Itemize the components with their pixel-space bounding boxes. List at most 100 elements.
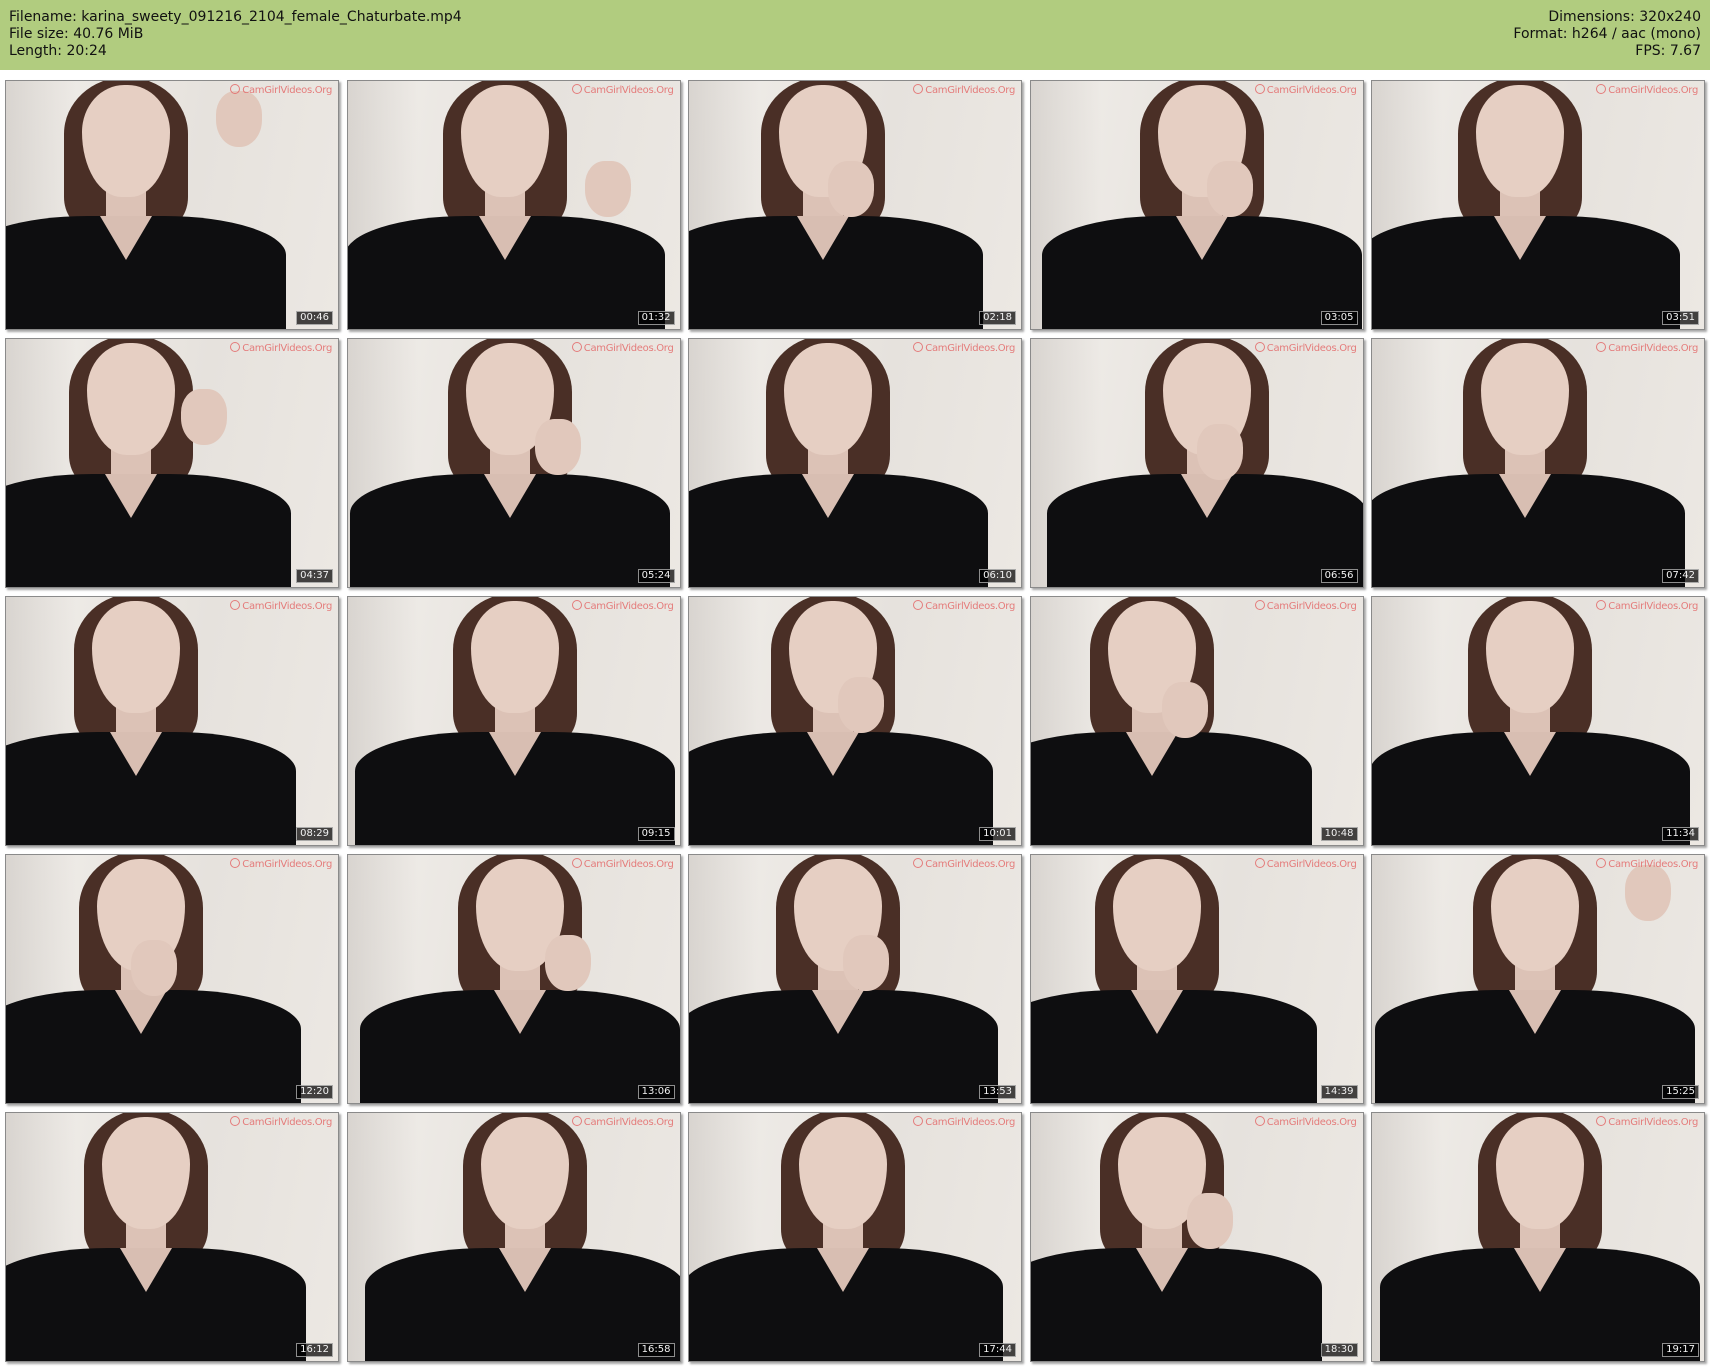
video-thumbnail[interactable]: CamGirlVideos.Org 10:48 <box>1029 596 1364 846</box>
video-thumbnail[interactable]: CamGirlVideos.Org 03:05 <box>1029 80 1364 330</box>
watermark-text: CamGirlVideos.Org <box>1266 343 1357 354</box>
frame-hand <box>1206 161 1253 217</box>
video-thumbnail[interactable]: CamGirlVideos.Org 03:51 <box>1371 80 1705 330</box>
watermark-logo: CamGirlVideos.Org <box>1596 858 1698 870</box>
timestamp-badge: 10:01 <box>979 827 1016 841</box>
video-thumbnail[interactable]: CamGirlVideos.Org 04:37 <box>5 338 339 588</box>
video-thumbnail[interactable]: CamGirlVideos.Org 00:46 <box>5 80 339 330</box>
frame-vneck <box>1175 216 1228 260</box>
video-thumbnail[interactable]: CamGirlVideos.Org 05:24 <box>346 338 681 588</box>
frame-vneck <box>1504 732 1556 776</box>
timestamp-badge: 04:37 <box>296 569 333 583</box>
timestamp-badge: 19:17 <box>1662 1343 1699 1357</box>
watermark-text: CamGirlVideos.Org <box>1608 859 1698 870</box>
watermark-logo: CamGirlVideos.Org <box>230 1116 332 1128</box>
frame-vneck <box>478 216 531 260</box>
watermark-logo: CamGirlVideos.Org <box>571 858 674 870</box>
frame-hand <box>828 161 874 217</box>
video-thumbnail[interactable]: CamGirlVideos.Org 16:58 <box>346 1112 681 1362</box>
video-thumbnail[interactable]: CamGirlVideos.Org 15:25 <box>1371 854 1705 1104</box>
watermark-text: CamGirlVideos.Org <box>925 1117 1015 1128</box>
frame-face <box>460 85 549 197</box>
frame-hand <box>544 935 591 991</box>
video-thumbnail[interactable]: CamGirlVideos.Org 16:12 <box>5 1112 339 1362</box>
frame-hand <box>131 940 177 996</box>
video-thumbnail[interactable]: CamGirlVideos.Org 17:44 <box>688 1112 1022 1362</box>
frame-face <box>1476 85 1564 197</box>
timestamp-badge: 16:58 <box>637 1343 675 1357</box>
watermark-text: CamGirlVideos.Org <box>242 859 332 870</box>
meta-left-block: Filename: karina_sweety_091216_2104_fema… <box>9 9 462 60</box>
watermark-text: CamGirlVideos.Org <box>242 601 332 612</box>
watermark-icon <box>1254 84 1265 94</box>
timestamp-badge: 12:20 <box>296 1085 333 1099</box>
video-thumbnail[interactable]: CamGirlVideos.Org 11:34 <box>1371 596 1705 846</box>
video-thumbnail[interactable]: CamGirlVideos.Org 13:53 <box>688 854 1022 1104</box>
video-thumbnail[interactable]: CamGirlVideos.Org 02:18 <box>688 80 1022 330</box>
watermark-logo: CamGirlVideos.Org <box>230 600 332 612</box>
frame-vneck <box>488 732 541 776</box>
frame-vneck <box>797 216 849 260</box>
video-thumbnail[interactable]: CamGirlVideos.Org 06:56 <box>1029 338 1364 588</box>
frame-hand <box>216 91 262 147</box>
video-thumbnail[interactable]: CamGirlVideos.Org 08:29 <box>5 596 339 846</box>
video-thumbnail[interactable]: CamGirlVideos.Org 12:20 <box>5 854 339 1104</box>
frame-face <box>92 601 180 713</box>
frame-vneck <box>115 990 167 1034</box>
watermark-icon <box>913 600 924 610</box>
timestamp-badge: 06:10 <box>979 569 1016 583</box>
video-thumbnail[interactable]: CamGirlVideos.Org 19:17 <box>1371 1112 1705 1362</box>
timestamp-badge: 13:53 <box>979 1085 1016 1099</box>
frame-face <box>799 1117 887 1229</box>
frame-face <box>784 343 872 455</box>
watermark-logo: CamGirlVideos.Org <box>1596 342 1698 354</box>
frame-vneck <box>100 216 152 260</box>
watermark-logo: CamGirlVideos.Org <box>913 858 1015 870</box>
watermark-logo: CamGirlVideos.Org <box>913 84 1015 96</box>
video-thumbnail[interactable]: CamGirlVideos.Org 09:15 <box>346 596 681 846</box>
timestamp-badge: 02:18 <box>979 311 1016 325</box>
timestamp-badge: 03:05 <box>1320 311 1358 325</box>
frame-vneck <box>498 1248 551 1292</box>
video-thumbnail[interactable]: CamGirlVideos.Org 06:10 <box>688 338 1022 588</box>
frame-vneck <box>1180 474 1233 518</box>
frame-vneck <box>1499 474 1551 518</box>
timestamp-badge: 18:30 <box>1320 1343 1358 1357</box>
watermark-text: CamGirlVideos.Org <box>1608 343 1698 354</box>
video-thumbnail[interactable]: CamGirlVideos.Org 10:01 <box>688 596 1022 846</box>
watermark-icon <box>913 84 924 94</box>
frame-vneck <box>802 474 854 518</box>
frame-face <box>480 1117 569 1229</box>
watermark-logo: CamGirlVideos.Org <box>1254 600 1357 612</box>
watermark-logo: CamGirlVideos.Org <box>1254 1116 1357 1128</box>
watermark-logo: CamGirlVideos.Org <box>1254 858 1357 870</box>
length-text: Length: 20:24 <box>9 43 107 59</box>
frame-face <box>1491 859 1579 971</box>
frame-hand <box>584 161 631 217</box>
watermark-icon <box>571 858 582 868</box>
timestamp-badge: 08:29 <box>296 827 333 841</box>
frame-face <box>82 85 170 197</box>
thumbnail-grid: CamGirlVideos.Org 00:46 CamGirlVideos.Org 0… <box>0 80 1710 1370</box>
timestamp-badge: 13:06 <box>637 1085 675 1099</box>
info-header: Filename: karina_sweety_091216_2104_fema… <box>0 0 1710 70</box>
frame-face <box>1496 1117 1584 1229</box>
watermark-icon <box>1596 1116 1607 1126</box>
watermark-icon <box>571 1116 582 1126</box>
timestamp-badge: 17:44 <box>979 1343 1016 1357</box>
frame-vneck <box>1130 990 1183 1034</box>
frame-vneck <box>483 474 536 518</box>
video-thumbnail[interactable]: CamGirlVideos.Org 07:42 <box>1371 338 1705 588</box>
timestamp-badge: 05:24 <box>637 569 675 583</box>
timestamp-badge: 14:39 <box>1320 1085 1358 1099</box>
watermark-icon <box>1254 1116 1265 1126</box>
video-thumbnail[interactable]: CamGirlVideos.Org 13:06 <box>346 854 681 1104</box>
frame-vneck <box>120 1248 172 1292</box>
watermark-text: CamGirlVideos.Org <box>583 601 674 612</box>
video-thumbnail[interactable]: CamGirlVideos.Org 01:32 <box>346 80 681 330</box>
watermark-icon <box>913 1116 924 1126</box>
video-thumbnail[interactable]: CamGirlVideos.Org 14:39 <box>1029 854 1364 1104</box>
watermark-text: CamGirlVideos.Org <box>1266 601 1357 612</box>
video-thumbnail[interactable]: CamGirlVideos.Org 18:30 <box>1029 1112 1364 1362</box>
watermark-text: CamGirlVideos.Org <box>583 859 674 870</box>
